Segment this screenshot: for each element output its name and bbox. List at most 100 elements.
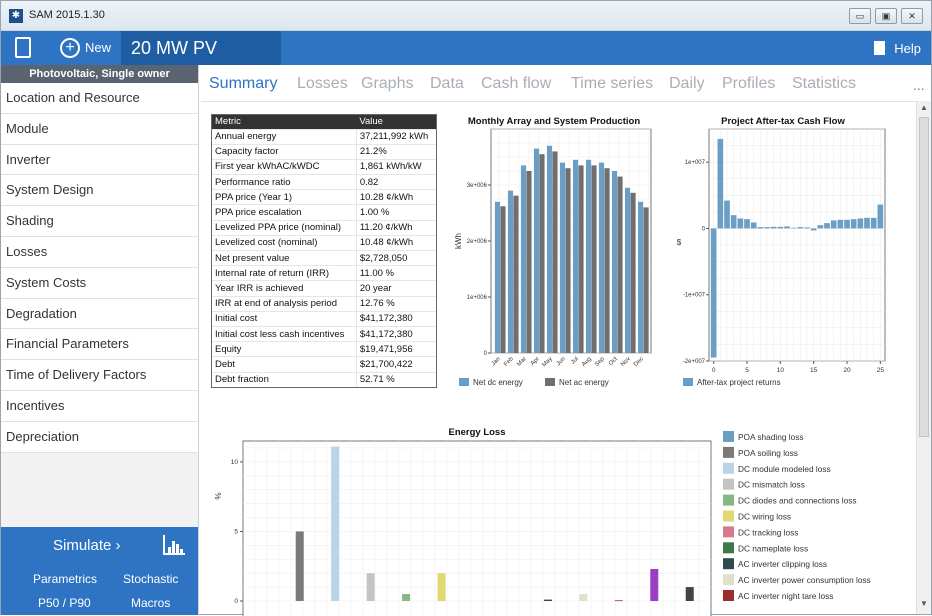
legend-swatch [723,590,734,601]
sidebar-item[interactable]: Financial Parameters [1,329,198,361]
cash-flow-bar [804,227,810,229]
file-menu-icon[interactable] [15,37,31,58]
scrollbar-thumb[interactable] [919,117,929,437]
scroll-up-arrow-icon[interactable]: ▲ [920,103,928,112]
cash-flow-bar [870,217,877,229]
bar-net-ac-energy [526,171,532,353]
bar-net-dc-energy [572,159,579,353]
metric-row: Capacity factor 21.2% [212,143,436,160]
legend-label: After-tax project returns [697,378,781,387]
bar-chart-icon[interactable] [163,535,185,555]
bar-net-ac-energy [630,192,636,353]
loss-bar [579,594,588,601]
maximize-button[interactable]: ▣ [875,8,897,24]
new-icon[interactable]: + [60,38,80,58]
sidebar-item[interactable]: Depreciation [1,421,198,453]
sidebar-item[interactable]: Losses [1,236,198,268]
metric-name: Levelized PPA price (nominal) [212,219,357,236]
close-button[interactable]: ✕ [901,8,923,24]
cash-flow-bar [744,219,750,229]
metric-value: $41,172,380 [355,310,436,327]
cash-flow-bar [770,226,777,229]
metric-value: 10.48 ¢/kWh [355,234,436,251]
p50-p90-button[interactable]: P50 / P90 [38,596,91,610]
tab-graphs[interactable]: Graphs [361,75,413,93]
sidebar-item[interactable]: Location and Resource [1,83,198,114]
metric-row: Initial cost less cash incentives $41,172… [212,325,436,342]
metric-value: 11.00 % [355,265,436,281]
y-axis-label: $ [677,238,682,247]
metric-name: Initial cost [212,310,357,327]
legend-swatch [723,510,734,522]
metric-row: Levelized cost (nominal) 10.48 ¢/kWh [212,234,436,251]
help-button[interactable]: Help [894,41,921,56]
legend-swatch [459,378,469,386]
loss-bar [437,573,446,601]
tab-time-series[interactable]: Time series [571,75,653,93]
loss-bar [650,569,659,601]
macros-button[interactable]: Macros [131,596,170,610]
cash-flow-bar [877,204,884,229]
metric-row: Year IRR is achieved 20 year [212,280,436,297]
legend-label: DC nameplate loss [738,543,808,553]
stochastic-button[interactable]: Stochastic [123,572,178,586]
tab-statistics[interactable]: Statistics [792,75,856,93]
metric-row: Net present value $2,728,050 [212,249,436,266]
loss-bar [295,531,304,601]
x-tick-label: 20 [843,367,851,374]
metric-name: Equity [212,341,357,357]
sidebar-item[interactable]: Module [1,113,198,145]
new-button[interactable]: New [85,40,111,55]
loss-bar [614,600,623,602]
legend-swatch [723,446,734,458]
sidebar-item[interactable]: System Costs [1,267,198,299]
x-tick-label: Jun [556,356,567,367]
legend-swatch [545,378,555,386]
tab-losses[interactable]: Losses [297,75,348,93]
bar-net-ac-energy [539,154,545,353]
sidebar-item[interactable]: Incentives [1,390,198,422]
tab-data[interactable]: Data [430,75,464,93]
case-tab[interactable]: 20 MW PV System ⌄ [121,31,281,92]
metric-value: 52.71 % [355,371,436,388]
metric-value: 1.00 % [355,204,436,221]
technology-header[interactable]: Photovoltaic, Single owner [1,65,198,83]
help-book-icon[interactable] [874,41,885,55]
y-axis-label: kWh [454,233,463,249]
energy-loss-chart: Energy Loss 0 5 10% POA shading loss POA soil… [214,427,871,616]
simulate-panel: Simulate › Parametrics Stochastic P50 / … [1,527,198,615]
legend-label: POA soiling loss [738,448,798,458]
metric-name: Performance ratio [212,174,357,190]
legend-label: AC inverter power consumption loss [738,575,871,585]
tab-divider [201,101,916,102]
x-tick-label: 5 [745,367,749,374]
vertical-scrollbar[interactable]: ▲ ▼ [916,101,931,614]
sidebar-item[interactable]: Inverter [1,144,198,176]
more-tabs-button[interactable]: ... [913,77,925,93]
x-tick-label: 10 [777,367,785,374]
bar-net-ac-energy [643,207,649,353]
legend-label: AC inverter clipping loss [738,559,827,569]
parametrics-button[interactable]: Parametrics [33,572,97,586]
scroll-down-arrow-icon[interactable]: ▼ [920,599,928,608]
metric-row: PPA price escalation 1.00 % [212,204,436,221]
y-axis-label: % [214,492,223,499]
sidebar-item[interactable]: Degradation [1,298,198,330]
tab-daily[interactable]: Daily [669,75,705,93]
minimize-button[interactable]: ▭ [849,8,871,24]
bar-net-dc-energy [585,159,592,353]
sidebar-item[interactable]: System Design [1,175,198,207]
sidebar-item[interactable]: Shading [1,206,198,237]
legend-label: DC mismatch loss [738,480,805,490]
y-tick-label: 0 [702,226,706,232]
metric-row: First year kWhAC/kWDC 1,861 kWh/kW [212,158,436,175]
tab-profiles[interactable]: Profiles [722,75,775,93]
legend-label: Net dc energy [473,378,523,387]
value-column-header: Value [356,115,436,129]
bar-net-dc-energy [520,165,527,353]
tab-summary[interactable]: Summary [209,75,277,93]
sidebar-item[interactable]: Time of Delivery Factors [1,360,198,391]
tab-cash-flow[interactable]: Cash flow [481,75,551,93]
legend-swatch [723,462,734,474]
simulate-button[interactable]: Simulate › [53,537,121,554]
